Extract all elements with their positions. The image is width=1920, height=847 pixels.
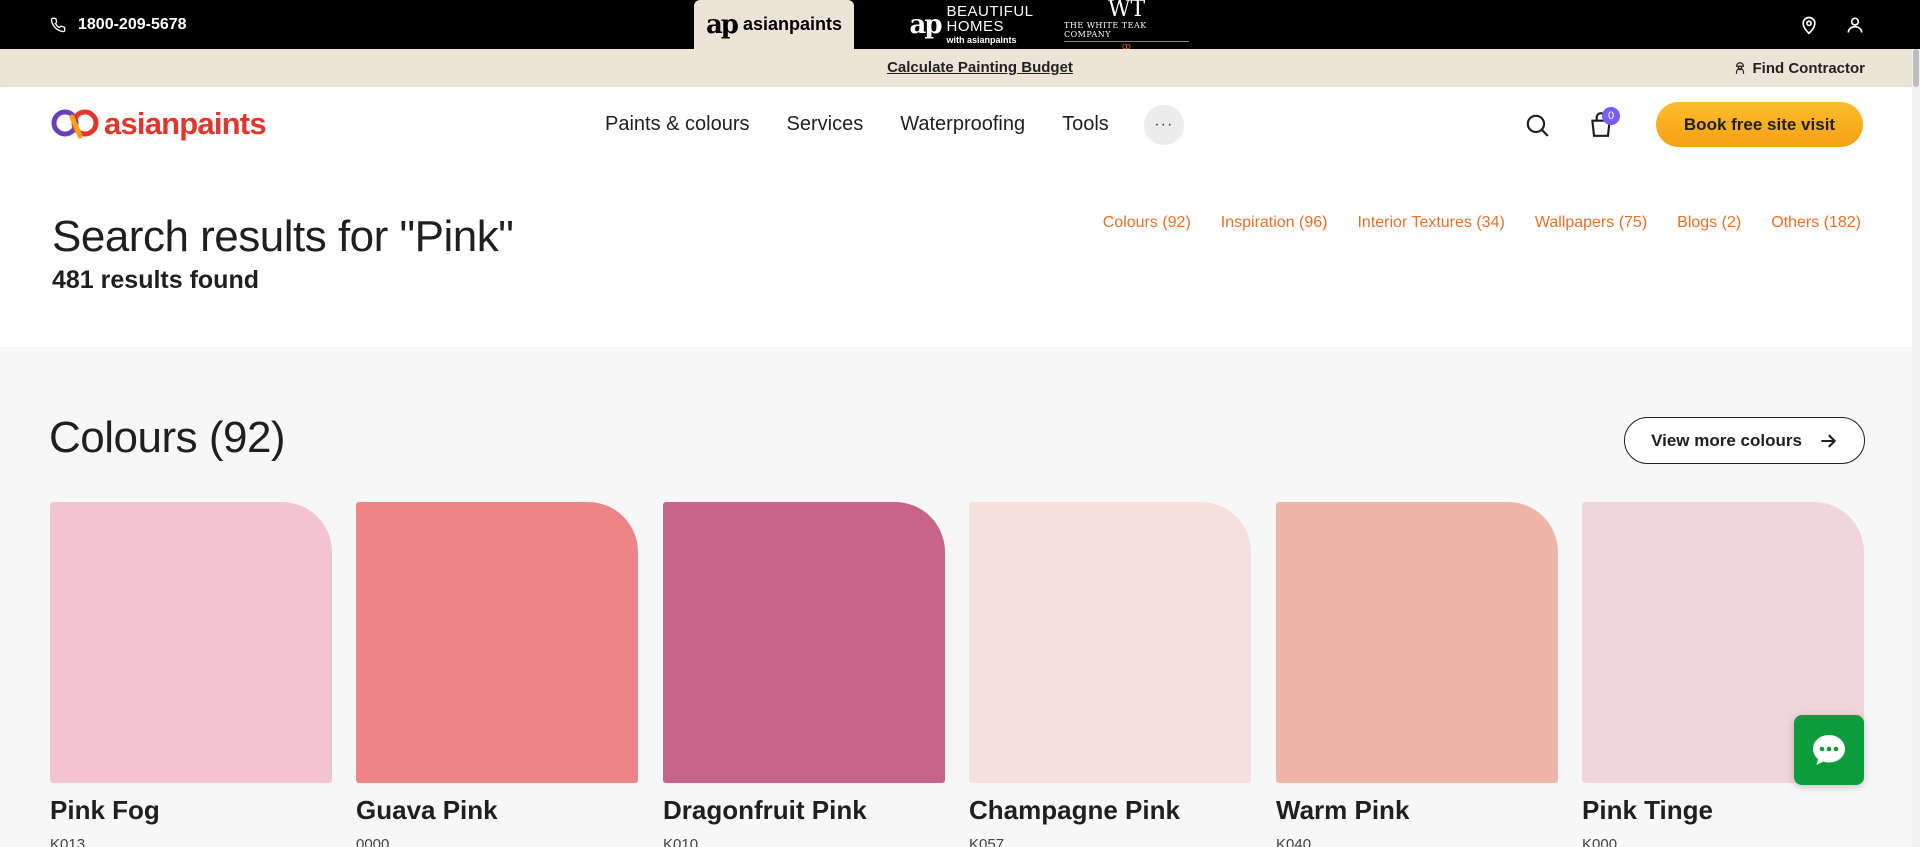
colour-swatch[interactable]	[50, 502, 332, 783]
colour-card[interactable]: Guava Pink 0000	[356, 502, 638, 847]
phone-number: 1800-209-5678	[78, 15, 187, 33]
asianpaints-mark-icon: ap	[705, 9, 739, 40]
category-link-others[interactable]: Others (182)	[1771, 214, 1861, 232]
colour-name: Pink Fog	[50, 795, 160, 825]
colour-swatch[interactable]	[1276, 502, 1558, 783]
arrow-right-icon	[1821, 433, 1837, 448]
bh-line1: BEAUTIFUL	[946, 3, 1034, 20]
location-pin-icon[interactable]	[1799, 15, 1819, 35]
main-nav: Paints & colours Services Waterproofing …	[605, 87, 1184, 162]
page-scrollbar[interactable]	[1912, 49, 1920, 847]
brand-tab-asianpaints[interactable]: ap asianpaints	[694, 0, 854, 49]
colours-section-title: Colours (92)	[49, 413, 286, 462]
category-link-interior-textures[interactable]: Interior Textures (34)	[1357, 214, 1504, 232]
top-brand-bar: 1800-209-5678 ap asianpaints ap BEAUTIFU…	[0, 0, 1920, 50]
main-header: asianpaints Paints & colours Services Wa…	[0, 87, 1920, 162]
colour-swatch[interactable]	[663, 502, 945, 783]
colour-name: Dragonfruit Pink	[663, 795, 867, 825]
bh-line2: HOMES	[946, 18, 1005, 35]
colour-code: 0000	[356, 836, 390, 847]
colour-card[interactable]: Dragonfruit Pink K010	[663, 502, 945, 847]
beautiful-homes-mark-icon: ap	[909, 9, 942, 40]
asianpaints-logo[interactable]: asianpaints	[50, 103, 267, 145]
colour-card[interactable]: Champagne Pink K057	[969, 502, 1251, 847]
category-link-blogs[interactable]: Blogs (2)	[1677, 214, 1741, 232]
cart-count-badge: 0	[1602, 107, 1620, 125]
phone-icon	[50, 17, 66, 32]
nav-paints-colours[interactable]: Paints & colours	[605, 113, 750, 136]
brand-tab-white-teak[interactable]: WT THE WHITE TEAK COMPANY ꝏ	[1064, 0, 1189, 50]
scrollbar-thumb[interactable]	[1913, 49, 1919, 87]
brand-tab-label: asianpaints	[742, 14, 843, 34]
colour-swatch[interactable]	[969, 502, 1251, 783]
colour-name: Warm Pink	[1276, 795, 1410, 825]
colour-swatch[interactable]	[356, 502, 638, 783]
find-contractor-link[interactable]: Find Contractor	[1733, 49, 1866, 87]
view-more-colours-button[interactable]: View more colours	[1624, 417, 1865, 464]
nav-tools[interactable]: Tools	[1062, 113, 1109, 136]
utility-bar: Calculate Painting Budget Find Contracto…	[0, 49, 1920, 87]
chat-icon	[1813, 735, 1845, 765]
user-icon[interactable]	[1845, 15, 1865, 35]
view-more-label: View more colours	[1651, 430, 1802, 450]
colour-name: Pink Tinge	[1582, 795, 1713, 825]
colour-code: K057	[969, 836, 1005, 847]
find-contractor-label: Find Contractor	[1752, 59, 1866, 77]
category-links: Colours (92) Inspiration (96) Interior T…	[1103, 214, 1861, 232]
logo-text: asianpaints	[104, 106, 267, 141]
contractor-icon	[1735, 62, 1744, 74]
results-count: 481 results found	[52, 266, 259, 294]
book-site-visit-button[interactable]: Book free site visit	[1656, 102, 1863, 147]
colour-card[interactable]: Pink Tinge K000	[1582, 502, 1864, 847]
colours-section: Colours (92) View more colours Pink Fog …	[0, 347, 1920, 847]
colour-code: K040	[1276, 836, 1312, 847]
asianpaints-logo-icon	[51, 109, 99, 139]
colour-name: Champagne Pink	[969, 795, 1180, 825]
nav-waterproofing[interactable]: Waterproofing	[900, 113, 1025, 136]
colour-card[interactable]: Pink Fog K013	[50, 502, 332, 847]
white-teak-wordmark: THE WHITE TEAK COMPANY	[1064, 21, 1189, 42]
search-icon[interactable]	[1524, 112, 1550, 138]
category-link-colours[interactable]: Colours (92)	[1103, 214, 1191, 232]
colour-card[interactable]: Warm Pink K040	[1276, 502, 1558, 847]
category-link-inspiration[interactable]: Inspiration (96)	[1221, 214, 1328, 232]
nav-services[interactable]: Services	[787, 113, 864, 136]
top-icons	[1799, 0, 1865, 49]
calculate-budget-link[interactable]: Calculate Painting Budget	[0, 49, 1920, 87]
category-link-wallpapers[interactable]: Wallpapers (75)	[1535, 214, 1647, 232]
colour-code: K000	[1582, 836, 1618, 847]
beautiful-homes-wordmark: BEAUTIFUL HOMES with asianpaints	[947, 4, 1034, 45]
phone-link[interactable]: 1800-209-5678	[50, 0, 187, 49]
nav-more-button[interactable]: ···	[1143, 104, 1184, 145]
search-results-header: Search results for "Pink" 481 results fo…	[0, 162, 1920, 347]
colour-code: K013	[50, 836, 86, 847]
chat-button[interactable]	[1794, 715, 1864, 785]
colour-code: K010	[663, 836, 699, 847]
brand-tabs: ap asianpaints ap BEAUTIFUL HOMES with a…	[694, 0, 1189, 50]
search-results-title: Search results for "Pink"	[52, 212, 514, 261]
white-teak-mark-icon: WT	[1107, 0, 1146, 22]
brand-tab-beautiful-homes[interactable]: ap BEAUTIFUL HOMES with asianpaints	[884, 0, 1059, 49]
bh-line3: with asianpaints	[946, 35, 1017, 45]
colour-name: Guava Pink	[356, 795, 498, 825]
